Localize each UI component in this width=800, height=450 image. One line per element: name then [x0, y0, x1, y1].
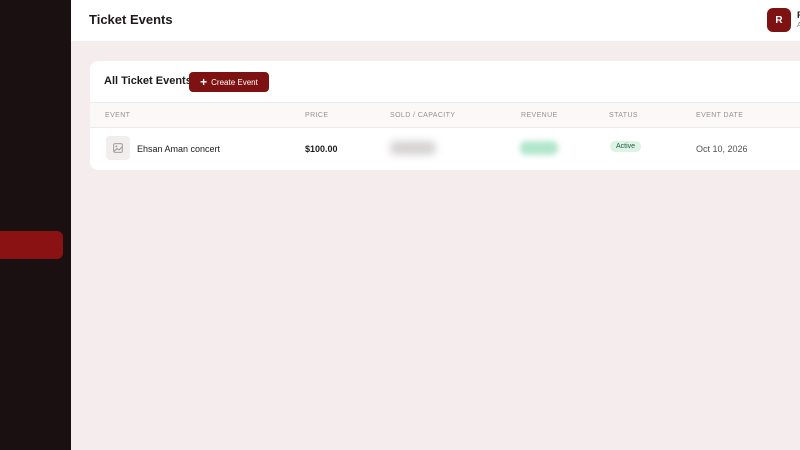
image-placeholder-icon	[106, 136, 130, 160]
plus-icon: +	[200, 75, 208, 89]
column-header-revenue: REVENUE	[521, 112, 558, 119]
table-header: EVENT PRICE SOLD / CAPACITY REVENUE STAT…	[90, 102, 800, 128]
status-badge: Active	[610, 141, 642, 152]
avatar[interactable]: R	[767, 8, 791, 32]
sidebar	[0, 0, 71, 450]
create-event-label: Create Event	[211, 77, 258, 87]
column-header-price: PRICE	[305, 112, 329, 119]
create-event-button[interactable]: + Create Event	[189, 72, 269, 92]
sidebar-item-active[interactable]	[0, 231, 63, 259]
revenue-redacted	[520, 141, 558, 155]
sold-capacity-redacted	[390, 141, 436, 155]
column-header-sold-capacity: SOLD / CAPACITY	[390, 112, 456, 119]
card-title: All Ticket Events	[104, 75, 192, 87]
column-header-event-date: EVENT DATE	[696, 112, 744, 119]
column-header-status: STATUS	[609, 112, 638, 119]
top-bar: Ticket Events R F A	[71, 0, 800, 41]
event-name[interactable]: Ehsan Aman concert	[137, 144, 220, 154]
ticket-events-card: All Ticket Events + Create Event EVENT P…	[90, 61, 800, 170]
table-row[interactable]: Ehsan Aman concert $100.00 Active Oct 10…	[90, 128, 800, 170]
column-header-event: EVENT	[105, 112, 131, 119]
event-date: Oct 10, 2026	[696, 144, 748, 154]
page-title: Ticket Events	[89, 12, 173, 27]
event-price: $100.00	[305, 144, 338, 154]
